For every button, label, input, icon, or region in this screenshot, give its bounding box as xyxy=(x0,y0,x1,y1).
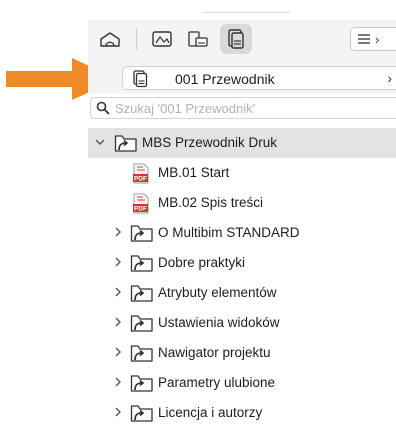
folder-shortcut-icon xyxy=(130,345,153,362)
search-field xyxy=(90,97,396,119)
chevron-right-icon[interactable] xyxy=(112,316,124,328)
publisher-set-icon xyxy=(133,70,148,88)
folder-shortcut-icon xyxy=(130,405,153,422)
toolbar-separator xyxy=(136,28,137,50)
navigator-toolbar: › xyxy=(88,20,396,60)
location-bar: 001 Przewodnik › xyxy=(88,60,396,94)
pdf-badge-text: PDF xyxy=(134,206,147,213)
tree-root-label: MBS Przewodnik Druk xyxy=(142,135,278,150)
tree-root-row[interactable]: MBS Przewodnik Druk xyxy=(88,128,396,158)
layout-icon xyxy=(152,31,172,47)
tree-item-folder[interactable]: Ustawienia widoków xyxy=(88,308,396,338)
search-area xyxy=(88,94,396,122)
chevron-right-icon[interactable] xyxy=(112,376,124,388)
pdf-icon: PDF xyxy=(133,163,149,184)
tree-item-label: Dobre praktyki xyxy=(158,255,246,270)
menu-more-chevron: › xyxy=(375,31,380,47)
publisher-sets-button[interactable] xyxy=(220,24,252,54)
tree-item-folder[interactable]: Licencja i autorzy xyxy=(88,398,396,428)
tree-item-label: Ustawienia widoków xyxy=(158,315,280,330)
folder-shortcut-icon xyxy=(130,375,153,392)
publisher-set-selector[interactable]: 001 Przewodnik › xyxy=(122,66,396,90)
home-icon xyxy=(100,32,120,47)
tree-item-pdf[interactable]: PDF MB.01 Start xyxy=(88,158,396,188)
tree-item-label: MB.01 Start xyxy=(158,165,230,180)
list-menu-icon xyxy=(358,34,370,44)
publisher-set-title: 001 Przewodnik xyxy=(175,71,275,87)
tree-item-label: MB.02 Spis treści xyxy=(158,195,264,210)
options-menu-button[interactable]: › xyxy=(350,27,396,51)
tree-item-folder[interactable]: Dobre praktyki xyxy=(88,248,396,278)
tree-item-label: Atrybuty elementów xyxy=(158,285,277,300)
chevron-right-icon[interactable] xyxy=(112,346,124,358)
top-divider xyxy=(204,12,290,13)
layout-book-button[interactable] xyxy=(146,24,178,54)
chevron-right-icon: › xyxy=(387,70,392,86)
publisher-set-icon xyxy=(228,29,244,49)
tree-item-label: O Multibim STANDARD xyxy=(158,225,300,240)
chevron-right-icon[interactable] xyxy=(112,406,124,418)
folder-layout-button[interactable] xyxy=(182,24,214,54)
folder-shortcut-icon xyxy=(130,315,153,332)
pdf-badge-text: PDF xyxy=(134,176,147,183)
pdf-icon: PDF xyxy=(133,193,149,214)
chevron-right-icon[interactable] xyxy=(112,286,124,298)
tree-item-pdf[interactable]: PDF MB.02 Spis treści xyxy=(88,188,396,218)
tree-item-label: Licencja i autorzy xyxy=(158,405,263,420)
publisher-tree: MBS Przewodnik Druk PDF MB.01 Start PDF xyxy=(88,126,396,436)
folder-layout-icon xyxy=(188,31,208,47)
folder-shortcut-icon xyxy=(130,255,153,272)
chevron-right-icon[interactable] xyxy=(112,226,124,238)
folder-shortcut-icon xyxy=(130,285,153,302)
navigator-panel-screenshot: › 001 Przewodnik › Szukaj '001 Przewodni… xyxy=(0,0,396,436)
tree-item-label: Parametry ulubione xyxy=(158,375,276,390)
tree-item-folder[interactable]: Atrybuty elementów xyxy=(88,278,396,308)
chevron-down-icon[interactable] xyxy=(94,136,106,148)
tree-item-folder[interactable]: Nawigator projektu xyxy=(88,338,396,368)
folder-shortcut-icon xyxy=(114,135,137,152)
search-icon xyxy=(96,101,110,115)
tree-item-label: Nawigator projektu xyxy=(158,345,271,360)
chevron-right-icon[interactable] xyxy=(112,256,124,268)
tree-item-folder[interactable]: Parametry ulubione xyxy=(88,368,396,398)
search-input[interactable] xyxy=(115,99,385,117)
folder-shortcut-icon xyxy=(130,225,153,242)
tree-item-folder[interactable]: O Multibim STANDARD xyxy=(88,218,396,248)
project-map-button[interactable] xyxy=(94,24,126,54)
